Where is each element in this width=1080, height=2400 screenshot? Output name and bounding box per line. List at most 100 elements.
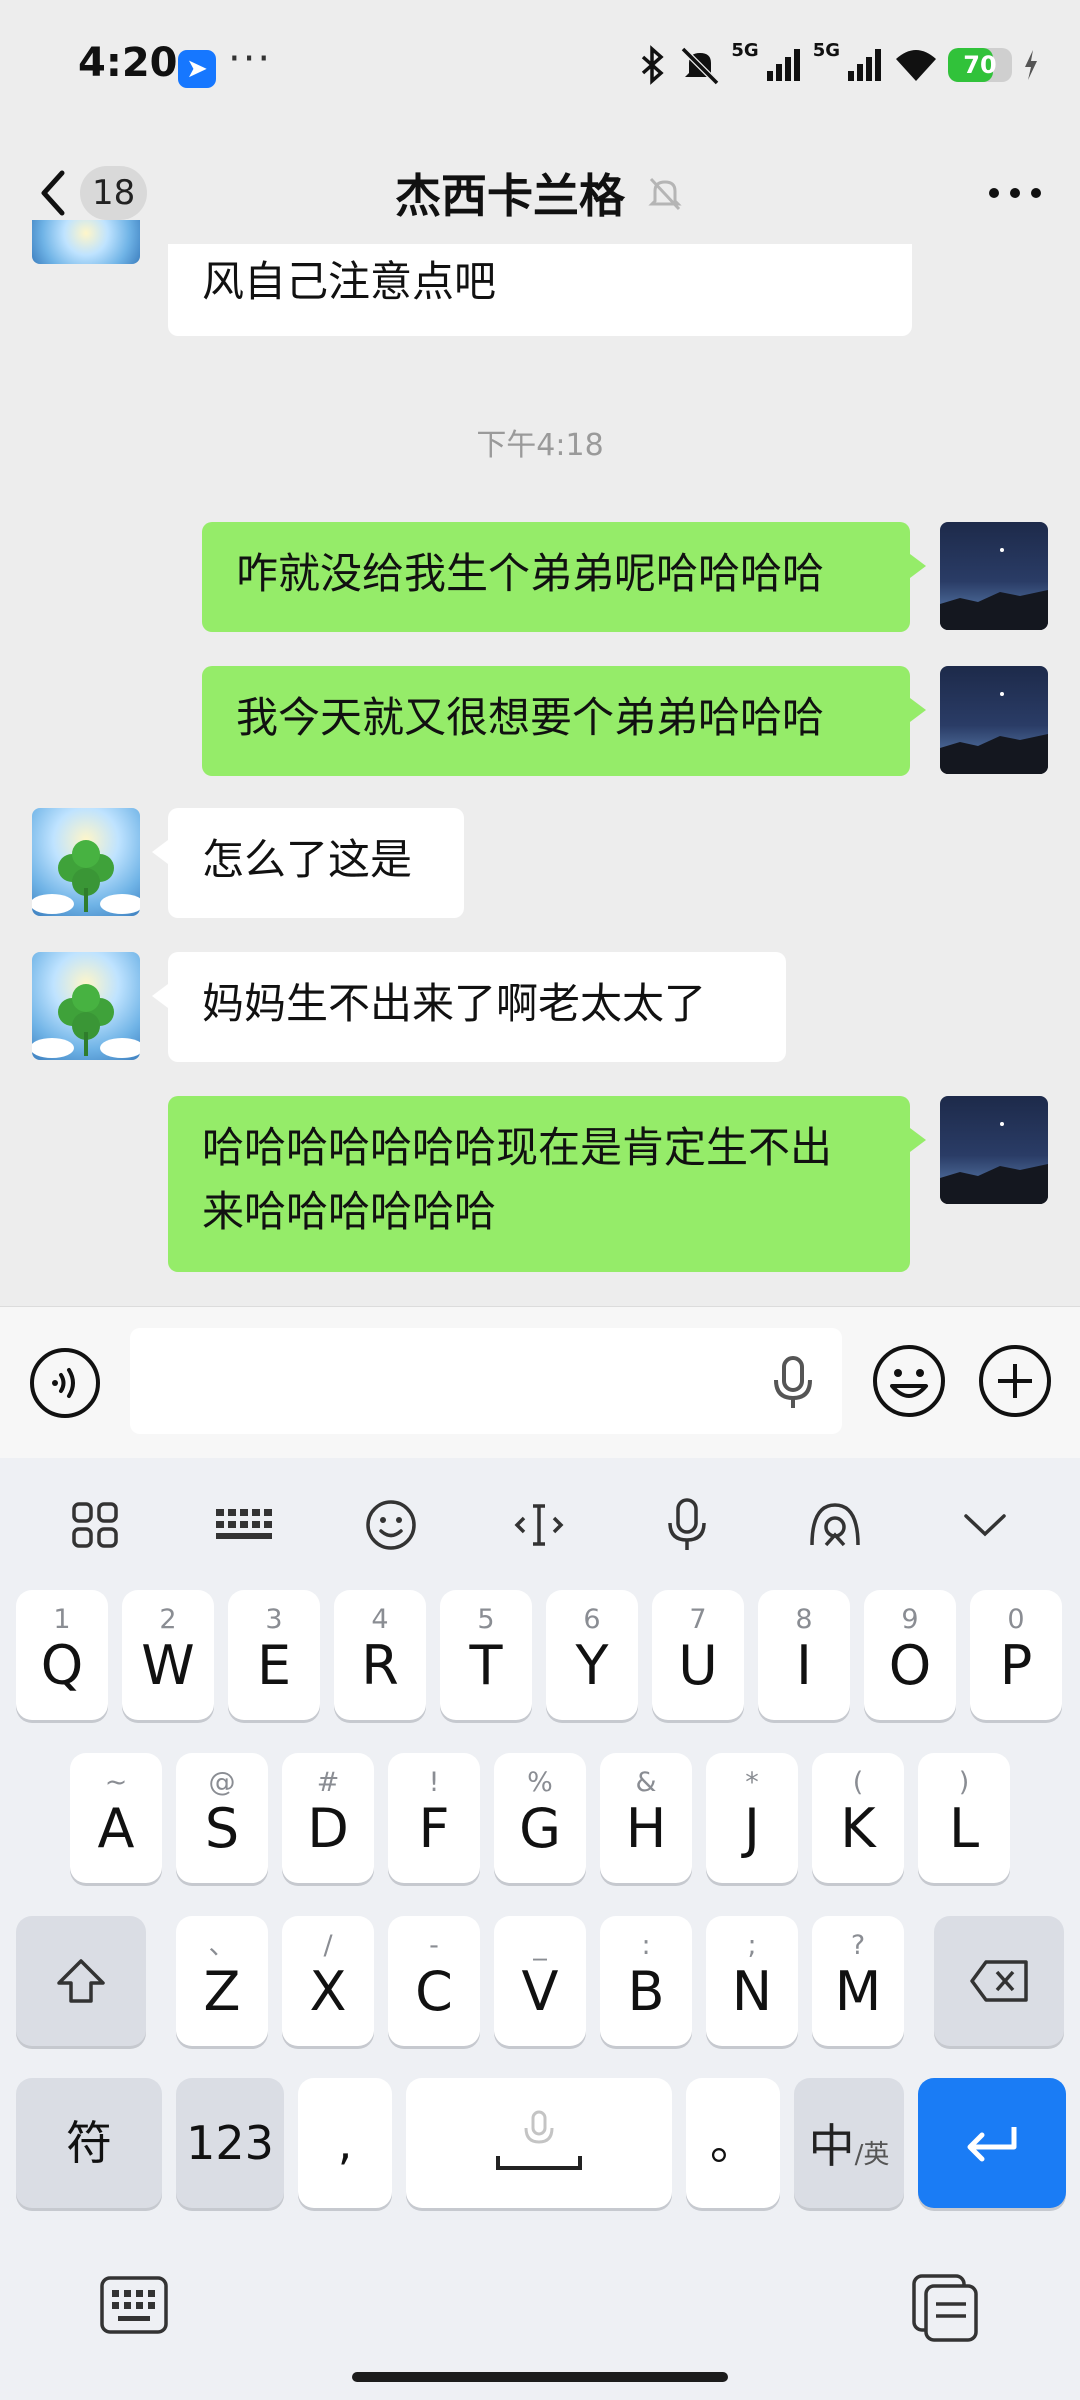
mic-icon [668, 1498, 706, 1550]
key-x[interactable]: / X [282, 1916, 374, 2046]
cursor-move-button[interactable] [504, 1490, 574, 1560]
collapse-icon [964, 1514, 1006, 1537]
key-q[interactable]: 1Q [16, 1590, 108, 1720]
signal-icon-2 [848, 49, 881, 81]
message-bubble-received[interactable]: 怎么了这是 [152, 808, 464, 918]
contact-avatar[interactable] [32, 808, 140, 916]
key-g[interactable]: % G [494, 1753, 586, 1883]
key-j[interactable]: * J [706, 1753, 798, 1883]
space-key[interactable] [406, 2078, 672, 2208]
backspace-icon [970, 1960, 1028, 2002]
period-key[interactable]: 。 [686, 2078, 780, 2208]
key-d[interactable]: # D [282, 1753, 374, 1883]
clipboard-button[interactable] [908, 2268, 982, 2342]
message-text: 咋就没给我生个弟弟呢哈哈哈哈 [236, 549, 825, 598]
my-avatar[interactable] [940, 522, 1048, 630]
night-sky-image [940, 1122, 1048, 1204]
key-secondary-label: 2 [159, 1604, 177, 1635]
emoji-icon [873, 1345, 945, 1417]
my-avatar[interactable] [940, 1096, 1048, 1204]
key-v[interactable]: _ V [494, 1916, 586, 2046]
key-n[interactable]: ; N [706, 1916, 798, 2046]
emoji-button[interactable] [870, 1342, 948, 1420]
shift-key[interactable] [16, 1916, 146, 2046]
key-secondary-label: ( [852, 1767, 864, 1798]
keyboard-voice-button[interactable] [652, 1490, 722, 1560]
cursor-icon [514, 1504, 564, 1546]
home-indicator[interactable] [352, 2372, 728, 2382]
key-p[interactable]: 0P [970, 1590, 1062, 1720]
contact-avatar[interactable] [32, 220, 140, 264]
message-bubble-received[interactable]: 妈妈生不出来了啊老太太了 [152, 952, 786, 1062]
key-m[interactable]: ? M [812, 1916, 904, 2046]
key-l[interactable]: ) L [918, 1753, 1010, 1883]
message-text: 我今天就又很想要个弟弟哈哈哈 [236, 693, 825, 742]
key-z[interactable]: 、 Z [176, 1916, 268, 2046]
clover-image [32, 984, 140, 1058]
switch-input-method-button[interactable] [98, 2272, 170, 2338]
key-r[interactable]: 4R [334, 1590, 426, 1720]
clipboard-icon [912, 2274, 978, 2342]
symbols-key-label: 符 [66, 2116, 112, 2170]
message-timestamp: 下午4:18 [476, 428, 604, 463]
key-secondary-label: / [323, 1930, 333, 1961]
contact-avatar[interactable] [32, 952, 140, 1060]
message-bubble-sent[interactable]: 哈哈哈哈哈哈哈现在是肯定生不出 来哈哈哈哈哈哈 [168, 1096, 926, 1272]
keyboard-collapse-button[interactable] [950, 1490, 1020, 1560]
voice-input-button[interactable] [28, 1346, 102, 1420]
apps-icon [72, 1502, 118, 1548]
key-label: L [948, 1797, 980, 1860]
key-b[interactable]: :B [600, 1916, 692, 2046]
key-label: C [415, 1960, 453, 2023]
message-text-line: 哈哈哈哈哈哈哈现在是肯定生不出 [202, 1123, 833, 1172]
key-s[interactable]: @ S [176, 1753, 268, 1883]
backspace-key[interactable] [934, 1916, 1064, 2046]
title-container: 杰西卡兰格 [0, 160, 1080, 226]
more-functions-button[interactable] [976, 1342, 1054, 1420]
key-t[interactable]: 5T [440, 1590, 532, 1720]
my-avatar[interactable] [940, 666, 1048, 774]
key-secondary-label: & [635, 1767, 657, 1798]
key-w[interactable]: 2W [122, 1590, 214, 1720]
voice-to-text-button[interactable] [770, 1354, 816, 1412]
keyboard-apps-button[interactable] [60, 1490, 130, 1560]
key-o[interactable]: 9O [864, 1590, 956, 1720]
more-options-button[interactable] [980, 168, 1050, 218]
key-label: X [309, 1960, 347, 2023]
key-secondary-label: 7 [689, 1604, 707, 1635]
mute-icon [681, 46, 720, 85]
key-label: S [204, 1797, 240, 1860]
key-f[interactable]: ! F [388, 1753, 480, 1883]
key-e[interactable]: 3E [228, 1590, 320, 1720]
mic-icon [774, 1356, 812, 1408]
key-k[interactable]: (K [812, 1753, 904, 1883]
keyboard-skin-button[interactable] [800, 1490, 870, 1560]
message-input[interactable] [130, 1328, 842, 1434]
key-c[interactable]: -C [388, 1916, 480, 2046]
key-u[interactable]: 7U [652, 1590, 744, 1720]
comma-key-label: , [337, 2116, 353, 2170]
key-secondary-label: ~ [104, 1767, 128, 1798]
key-secondary-label: % [527, 1767, 553, 1798]
message-bubble-received[interactable]: 风自己注意点吧 [168, 244, 912, 336]
clover-image [32, 840, 140, 914]
language-main-label: 中 [808, 2119, 855, 2173]
message-bubble-sent[interactable]: 咋就没给我生个弟弟呢哈哈哈哈 [202, 522, 926, 632]
comma-key[interactable]: , [298, 2078, 392, 2208]
chat-title: 杰西卡兰格 [395, 169, 625, 223]
keyboard-icon [100, 2276, 168, 2334]
key-label: Z [203, 1960, 241, 2023]
language-switch-key[interactable]: 中 /英 [794, 2078, 904, 2208]
key-a[interactable]: ~ A [70, 1753, 162, 1883]
key-secondary-label: ) [958, 1767, 970, 1798]
key-h[interactable]: & H [600, 1753, 692, 1883]
key-i[interactable]: 8I [758, 1590, 850, 1720]
enter-key[interactable] [918, 2078, 1066, 2208]
keyboard-emoji-button[interactable] [356, 1490, 426, 1560]
numbers-key[interactable]: 123 [176, 2078, 284, 2208]
key-y[interactable]: 6Y [546, 1590, 638, 1720]
message-bubble-sent[interactable]: 我今天就又很想要个弟弟哈哈哈 [202, 666, 926, 776]
key-label: H [625, 1797, 667, 1860]
symbols-key[interactable]: 符 [16, 2078, 162, 2208]
keyboard-layout-button[interactable] [208, 1490, 278, 1560]
